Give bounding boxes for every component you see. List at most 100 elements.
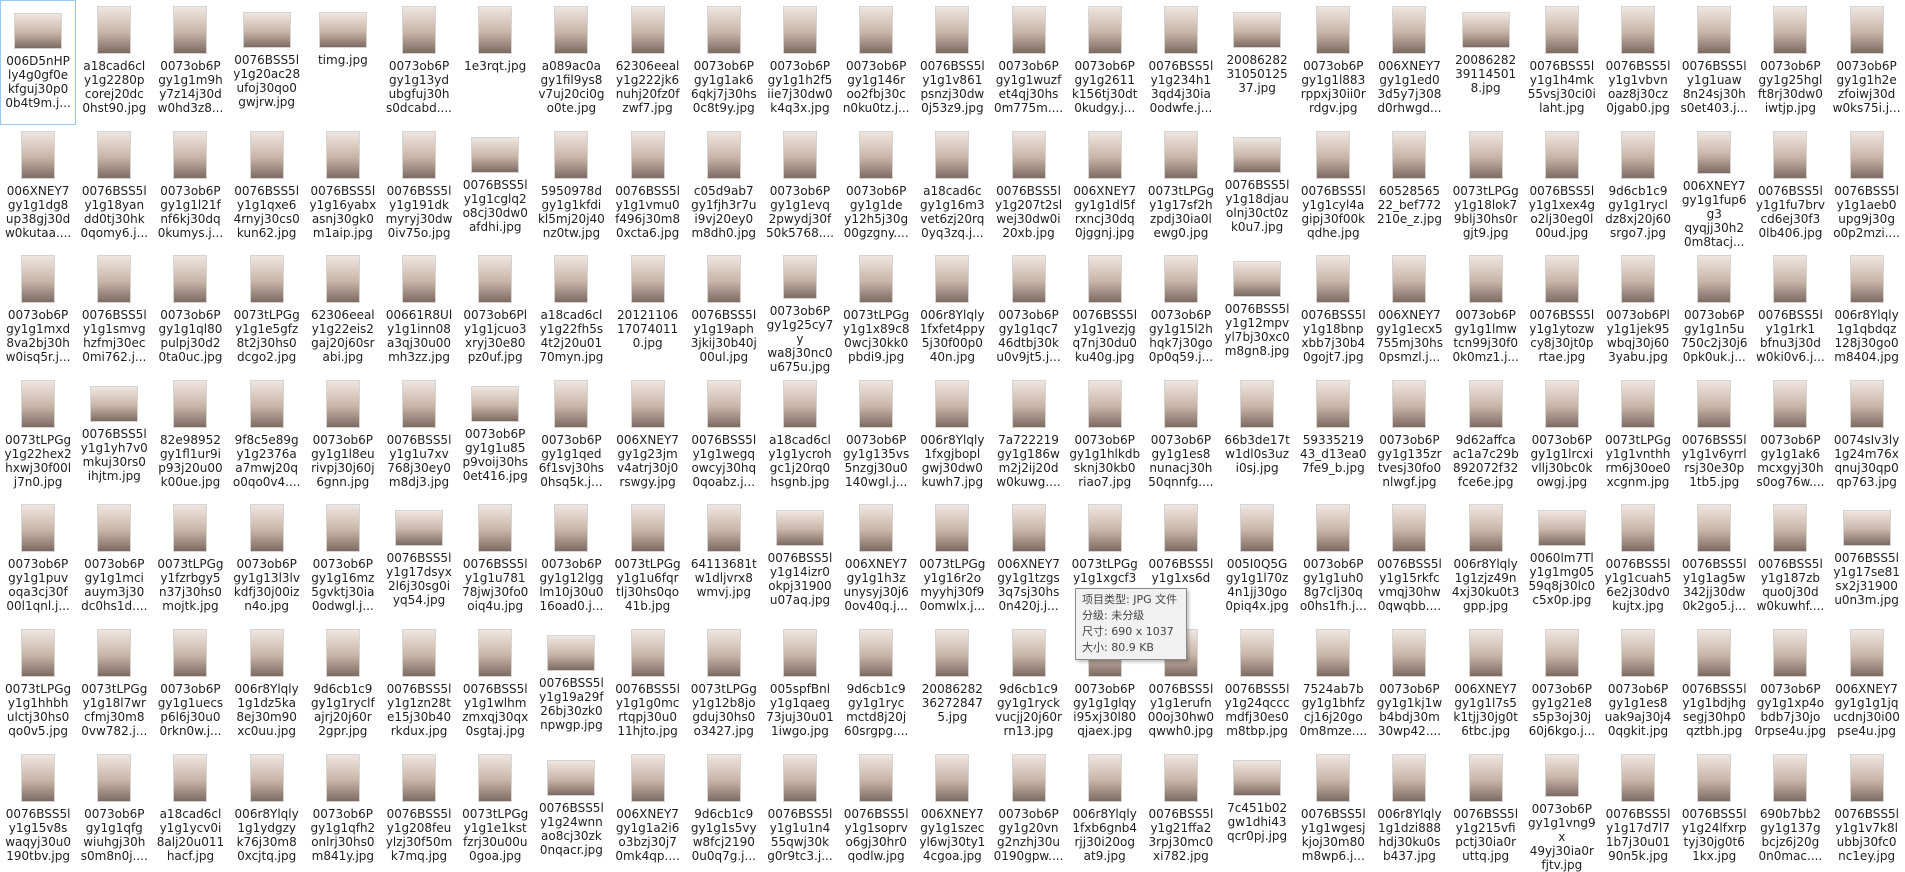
file-item[interactable]: 0076BSS5l y1g21ffa2 3rpj30mc0 xi782.jpg [1143,748,1219,872]
file-thumbnail[interactable] [1011,753,1046,802]
file-thumbnail[interactable] [1697,628,1732,677]
file-item[interactable]: 20086282 39114501 8.jpg [1448,0,1524,125]
file-thumbnail[interactable] [21,753,56,802]
file-item[interactable]: 0073ob6P gy1g1qfh2 onlrj30hs0 m841y.jpg [305,748,381,872]
file-item[interactable]: 0076BSS5l y1g207t2sl wej30dw0i 20xb.jpg [990,125,1066,250]
file-item[interactable]: 006XNEY7 gy1g1ed0 3d5y7j308 d0rhwgd... [1371,0,1447,125]
file-item[interactable]: 0076BSS5l y1g1rk1 bfnu3j30d w0ki0v6.j... [1752,249,1828,374]
file-item[interactable]: 0073ob6P gy1g25hgl ft8rj30dw0 iwtjp.jpg [1752,0,1828,125]
file-item[interactable]: 0076BSS5l y1g1uaw 8n24sj30h s0et403.j... [1676,0,1752,125]
file-item[interactable]: 006XNEY7 gy1g1l7s5 k1tjj30jg0t 6tbc.jpg [1448,623,1524,748]
file-item[interactable]: 006XNEY7 gy1g1ecx5 755mj30hs 0psmzl.j... [1371,249,1447,374]
file-thumbnail[interactable] [1011,504,1046,553]
file-thumbnail[interactable] [1233,136,1282,173]
file-item[interactable]: 0076BSS5l y1g20ac28 ufoj30qo0 gwjrw.jpg [229,0,305,125]
file-thumbnail[interactable] [1392,6,1427,54]
file-item[interactable]: 006XNEY7 gy1g1g1jq ucdnj30i00 pse4u.jpg [1829,623,1905,748]
file-item[interactable]: 82e98952 gy1fl1ur9i p93j20u00 k00ue.jpg [152,374,228,499]
file-item[interactable]: 0073ob6P gy1g1uh0 8g7clj30q o0hs1fh.j... [1295,498,1371,623]
file-item[interactable]: a18cad6cl y1g1ycv0i 8alj20u011 hacf.jpg [152,748,228,872]
file-item[interactable]: 0073ob6P gy1g20vn g2nzhj30u 0190gpw.... [990,748,1066,872]
file-thumbnail[interactable] [1621,628,1656,677]
file-thumbnail[interactable] [1468,628,1503,677]
file-thumbnail[interactable] [1163,753,1198,802]
file-item[interactable]: 0076BSS5l y1g1vmu0 f496j30m8 0xcta6.jpg [610,125,686,250]
file-thumbnail[interactable] [318,12,367,48]
file-item[interactable]: 0076BSS5l y1g1vbvn oaz8j30cz 0jgab0.jpg [1600,0,1676,125]
file-item[interactable]: 0073ob6P gy1g1mxd 8va2bj30h w0isq5r.j... [0,249,76,374]
file-item[interactable]: 20121106 17074011 0.jpg [610,249,686,374]
file-item[interactable]: a18cad6cl y1g1ycroh gc1j20rq0 hsgnb.jpg [762,374,838,499]
file-thumbnail[interactable] [249,504,284,553]
file-item[interactable]: 62306eeal y1g22eis2 gaj20j60sr abi.jpg [305,249,381,374]
file-thumbnail[interactable] [173,504,208,553]
file-item[interactable]: 0076BSS5l y1g16yabx asnj30gk0 m1aip.jpg [305,125,381,250]
file-thumbnail[interactable] [1233,759,1282,796]
file-thumbnail[interactable] [21,255,56,304]
file-thumbnail[interactable] [630,753,665,802]
file-item[interactable]: 0076BSS5l y1g18djau olnj30ct0z k0u7.jpg [1219,125,1295,250]
file-thumbnail[interactable] [1849,753,1884,802]
file-thumbnail[interactable] [782,753,817,802]
file-item[interactable]: 0073ob6P gy1g13l3lv kdfj30j00iz n4o.jpg [229,498,305,623]
file-thumbnail[interactable] [21,504,56,553]
file-item[interactable]: 0076BSS5l y1g1cglq2 o8cj30dw0 afdhi.jpg [457,125,533,250]
file-item[interactable]: 0073ob6P gy1g2611 k156tj30dt 0kudgy.j... [1067,0,1143,125]
file-thumbnail[interactable] [782,6,817,54]
file-item[interactable]: 0076BSS5l y1g19aph 3jkij30b40j 00ul.jpg [686,249,762,374]
file-item[interactable]: 0076BSS5l y1g1v861 psnzj30dw 0j53z9.jpg [914,0,990,125]
file-item[interactable]: 0073tLPGg y1fzrbgy5 n37j30hs0 mojtk.jpg [152,498,228,623]
file-thumbnail[interactable] [1773,6,1808,54]
file-thumbnail[interactable] [249,379,284,428]
file-item[interactable]: 0076BSS5l y1g1cyl4a gipj30f00k qdhe.jpg [1295,125,1371,250]
file-item[interactable]: 5950978d gy1g1kfdi kl5mj20j40 nz0tw.jpg [533,125,609,250]
file-thumbnail[interactable] [1011,130,1046,179]
file-thumbnail[interactable] [249,628,284,677]
file-item[interactable]: 006XNEY7 gy1g1fup6g3 qyqjj30h2 0m8tacj..… [1676,125,1752,249]
file-item[interactable]: 006XNEY7 gy1g1h3z unysyj30j6 0ov40q.j... [838,498,914,623]
file-thumbnail[interactable] [402,379,437,428]
file-item[interactable]: 0073ob6P gy1g1n5u 750c2j30j6 0pk0uk.j... [1676,249,1752,374]
file-thumbnail[interactable] [1773,628,1808,677]
file-item[interactable]: 006r8Ylqly 1fxb6gnb4 rjj30i20og at9.jpg [1067,748,1143,872]
file-thumbnail[interactable] [97,504,132,553]
file-thumbnail[interactable] [1773,130,1808,179]
file-item[interactable]: 9d6cb1c9 gy1g1rycl dz8xj20j60 srgo7.jpg [1600,125,1676,250]
file-thumbnail[interactable] [1392,130,1427,179]
file-item[interactable]: 0073ob6P gy1g1u85 p9voij30hs 0et416.jpg [457,374,533,499]
file-thumbnail[interactable] [1544,6,1579,54]
file-thumbnail[interactable] [1544,628,1579,677]
file-item[interactable]: 0076BSS5l y1g1v7k8l ubbj30fc0 nc1ey.jpg [1829,748,1905,872]
file-item[interactable]: 0073ob6P gy1g1lmw tcn99j30f0 0k0mz1.j... [1448,249,1524,374]
file-item[interactable]: 006D5nHP ly4g0gf0e kfguj30p0 0b4t9m.j... [0,0,77,125]
file-item[interactable]: 0073ob6P gy1g1mci auym3j30 dc0hs1d.... [76,498,152,623]
file-item[interactable]: 0076BSS5l y1g1cuah5 6e2j30dv0 kujtx.jpg [1600,498,1676,623]
file-thumbnail[interactable] [706,255,741,304]
file-item[interactable]: 0076BSS5l y1g1wlhm zmxqj30qx 0sgtaj.jpg [457,623,533,748]
file-item[interactable]: 0076BSS5l y1g1u1n4 55qwj30k g0r9tc3.j... [762,748,838,872]
file-thumbnail[interactable] [630,6,665,54]
file-thumbnail[interactable] [706,6,741,54]
file-thumbnail[interactable] [554,379,589,428]
file-thumbnail[interactable] [173,379,208,428]
file-item[interactable]: 7524ab7b gy1g1bhfz cj16j20go 0m8mze.... [1295,623,1371,748]
file-thumbnail[interactable] [554,130,589,179]
file-thumbnail[interactable] [1392,379,1427,428]
file-thumbnail[interactable] [1316,130,1351,179]
file-thumbnail[interactable] [706,130,741,179]
file-item[interactable]: 62306eeal y1g222jk6 nuhj20fz0f zwf7.jpg [610,0,686,125]
file-thumbnail[interactable] [325,753,360,802]
file-item[interactable]: 0076BSS5l y1g24lfxrp tyj30jg0t6 1kx.jpg [1676,748,1752,872]
file-item[interactable]: 006XNEY7 gy1g1dl5f rxncj30dq 0jggnj.jpg [1067,125,1143,250]
file-thumbnail[interactable] [478,255,513,304]
file-thumbnail[interactable] [1537,510,1586,547]
file-item[interactable]: 0073ob6P gy1g12lgg lm10j30u0 16oad0.j... [533,498,609,623]
file-item[interactable]: 0076BSS5l y1g18bnp xbb7j30b4 0gojt7.jpg [1295,249,1371,374]
file-item[interactable]: 0073ob6P gy1g1lrcxi vllj30bc0k owgj.jpg [1524,374,1600,499]
file-thumbnail[interactable] [782,379,817,428]
file-thumbnail[interactable] [1849,130,1884,179]
file-item[interactable]: 0076BSS5l y1g1qxe6 4rnyj30cs0 kun62.jpg [229,125,305,250]
file-thumbnail[interactable] [935,379,970,428]
file-item[interactable]: 9d6cb1c9 gy1g1ryck vucjj20j60r rn13.jpg [990,623,1066,748]
file-thumbnail[interactable] [630,379,665,428]
